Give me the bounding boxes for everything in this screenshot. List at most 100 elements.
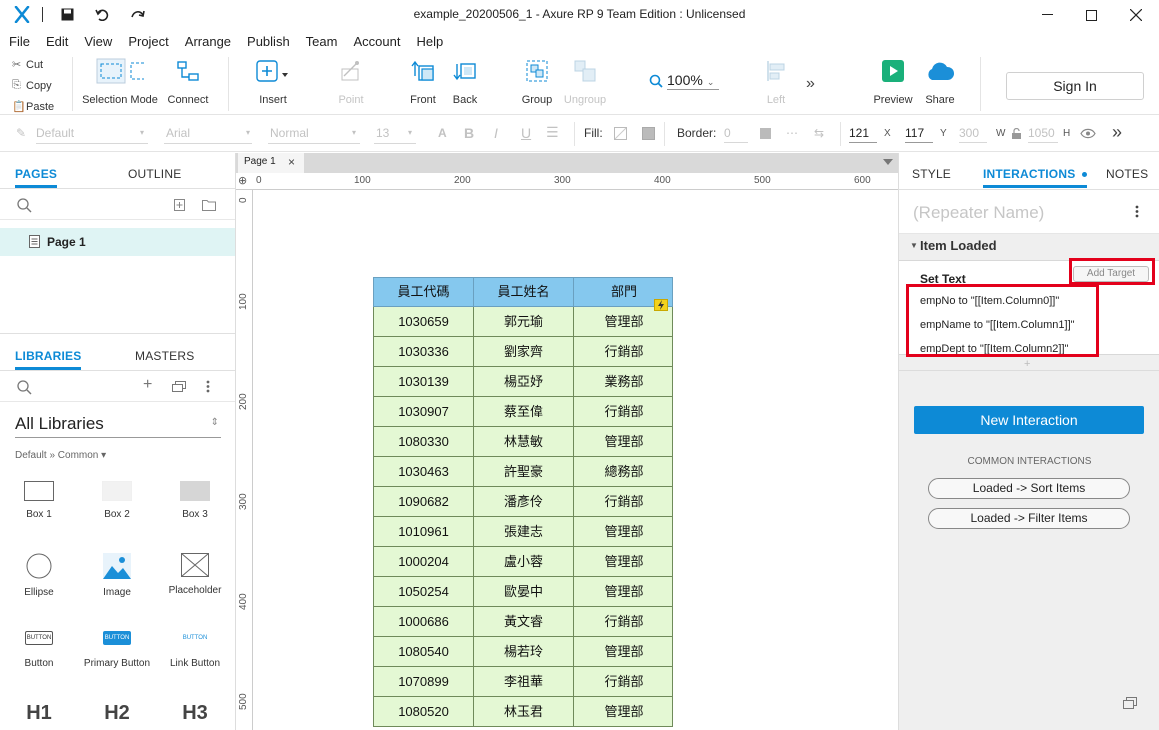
search-icon[interactable]: [17, 198, 32, 213]
widget-image[interactable]: Image: [78, 553, 156, 598]
selection-mode-button[interactable]: Selection Mode: [82, 53, 158, 113]
widget-box-3[interactable]: Box 3: [156, 481, 234, 520]
border-color-swatch[interactable]: [760, 128, 771, 139]
tab-notes[interactable]: NOTES: [1106, 167, 1148, 181]
widget-placeholder[interactable]: Placeholder: [156, 553, 234, 596]
weight-select[interactable]: Normal ▾: [268, 124, 360, 144]
close-button[interactable]: [1113, 0, 1159, 30]
align-left-button[interactable]: Left: [760, 53, 792, 113]
group-icon: [526, 53, 548, 89]
menu-help[interactable]: Help: [416, 34, 443, 49]
tabs-dropdown-icon[interactable]: [883, 159, 893, 165]
common-sort-items-button[interactable]: Loaded -> Sort Items: [928, 478, 1130, 499]
menu-team[interactable]: Team: [306, 34, 338, 49]
table-row: 1030336 劉家齊 行銷部: [373, 337, 673, 367]
tab-outline[interactable]: OUTLINE: [128, 167, 181, 181]
cut-button[interactable]: ✂ Cut: [12, 58, 43, 72]
close-tab-icon[interactable]: ×: [288, 155, 295, 169]
maximize-button[interactable]: [1068, 0, 1114, 30]
arrow-style-icon[interactable]: ⇆: [814, 126, 824, 140]
style-select[interactable]: Default ▾: [36, 124, 148, 144]
tab-interactions[interactable]: INTERACTIONS: [983, 167, 1087, 188]
tab-pages[interactable]: PAGES: [15, 167, 58, 188]
event-item-loaded[interactable]: Item Loaded: [920, 238, 997, 253]
list-icon[interactable]: ☰: [546, 124, 559, 141]
chevron-down-icon: ▾: [140, 128, 145, 137]
font-size-select[interactable]: 13 ▾: [374, 124, 416, 144]
tab-style[interactable]: STYLE: [912, 167, 951, 181]
library-select[interactable]: All Libraries ⇕: [15, 414, 221, 438]
widget-ellipse[interactable]: Ellipse: [0, 553, 78, 598]
page-list-item[interactable]: Page 1: [0, 228, 235, 256]
add-action-icon[interactable]: +: [1024, 358, 1030, 370]
menu-account[interactable]: Account: [353, 34, 400, 49]
new-interaction-button[interactable]: New Interaction: [914, 406, 1144, 434]
tab-masters[interactable]: MASTERS: [135, 349, 194, 363]
preview-button[interactable]: Preview: [872, 53, 914, 113]
widget-h2[interactable]: H2: [78, 702, 156, 725]
widget-link-button[interactable]: BUTTON Link Button: [156, 631, 234, 669]
copy-button[interactable]: ⎘ Copy: [12, 79, 52, 92]
expand-triangle-icon[interactable]: ▼: [910, 241, 918, 250]
more-vertical-icon[interactable]: [206, 380, 210, 393]
more-tools-icon[interactable]: »: [806, 75, 815, 93]
widget-box-2[interactable]: Box 2: [78, 481, 156, 520]
library-search-icon[interactable]: [17, 380, 32, 395]
shadow-swatch[interactable]: [642, 127, 655, 140]
library-copy-icon[interactable]: [172, 381, 186, 392]
lightning-icon[interactable]: [654, 299, 668, 311]
border-width-input[interactable]: 0: [724, 126, 748, 143]
menu-publish[interactable]: Publish: [247, 34, 290, 49]
paste-button[interactable]: 📋 Paste: [12, 100, 54, 114]
menu-arrange[interactable]: Arrange: [185, 34, 231, 49]
group-label: Group: [521, 94, 553, 106]
table-row: 1000204 盧小蓉 管理部: [373, 547, 673, 577]
italic-icon[interactable]: I: [494, 125, 498, 141]
widget-primary-button[interactable]: BUTTON Primary Button: [78, 631, 156, 669]
widget-box-1[interactable]: Box 1: [0, 481, 78, 520]
tab-libraries[interactable]: LIBRARIES: [15, 349, 82, 370]
underline-icon[interactable]: U: [521, 125, 531, 141]
share-button[interactable]: Share: [920, 53, 960, 113]
lock-icon[interactable]: [1012, 128, 1021, 139]
repeater-name-input[interactable]: (Repeater Name): [913, 203, 1044, 223]
add-folder-icon[interactable]: [202, 199, 216, 211]
more-vertical-icon[interactable]: [1135, 205, 1139, 218]
menu-view[interactable]: View: [84, 34, 112, 49]
repeater-widget[interactable]: 員工代碼 員工姓名 部門 1030659 郭元瑜 管理部 1030336 劉家齊 行銷部 1…: [373, 277, 673, 727]
minimize-button[interactable]: [1024, 0, 1070, 30]
widget-h3[interactable]: H3: [156, 702, 234, 725]
style-value: Default: [36, 126, 75, 140]
height-input[interactable]: 1050: [1028, 126, 1058, 143]
add-page-icon[interactable]: [174, 199, 185, 211]
library-breadcrumb[interactable]: Default » Common ▾: [15, 450, 106, 461]
back-button[interactable]: Back: [447, 53, 483, 113]
y-input[interactable]: 117: [905, 126, 933, 143]
page-tab[interactable]: Page 1 ×: [238, 153, 304, 173]
widget-button[interactable]: BUTTON Button: [0, 631, 78, 669]
sign-in-button[interactable]: Sign In: [1006, 72, 1144, 100]
zoom-select[interactable]: 100% ⌄: [667, 72, 719, 90]
fill-color-swatch[interactable]: [614, 127, 627, 140]
add-library-icon[interactable]: +: [143, 376, 152, 394]
menu-edit[interactable]: Edit: [46, 34, 68, 49]
visibility-eye-icon[interactable]: [1080, 128, 1096, 139]
popout-icon[interactable]: [1123, 697, 1137, 709]
common-filter-items-button[interactable]: Loaded -> Filter Items: [928, 508, 1130, 529]
ungroup-button[interactable]: Ungroup: [562, 53, 608, 113]
border-style-icon[interactable]: ⋯: [786, 126, 798, 140]
point-button[interactable]: Point: [330, 53, 372, 113]
x-input[interactable]: 121: [849, 126, 877, 143]
menu-project[interactable]: Project: [128, 34, 168, 49]
bold-icon[interactable]: B: [464, 125, 474, 141]
widget-h1[interactable]: H1: [0, 702, 78, 725]
insert-button[interactable]: Insert: [252, 53, 294, 113]
width-input[interactable]: 300: [959, 126, 987, 143]
font-select[interactable]: Arial ▾: [164, 124, 252, 144]
group-button[interactable]: Group: [518, 53, 556, 113]
connect-button[interactable]: Connect: [164, 53, 212, 113]
front-button[interactable]: Front: [405, 53, 441, 113]
font-color-icon[interactable]: A: [438, 126, 447, 140]
menu-file[interactable]: File: [9, 34, 30, 49]
more-format-icon[interactable]: »: [1112, 122, 1122, 143]
